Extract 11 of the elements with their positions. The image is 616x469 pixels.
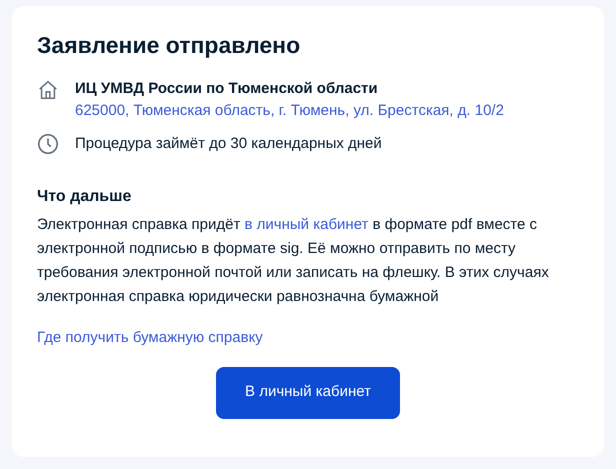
clock-icon: [37, 133, 59, 156]
house-icon: [37, 79, 59, 101]
paper-certificate-link[interactable]: Где получить бумажную справку: [37, 326, 263, 348]
section-heading: Что дальше: [37, 186, 132, 206]
office-name: ИЦ УМВД России по Тюменской области: [75, 79, 379, 99]
cabinet-button[interactable]: В личный кабинет: [216, 366, 400, 418]
office-address: 625000, Тюменская область, г. Тюмень, ул. Брестская, д. 10/2: [75, 101, 504, 121]
duration-text: Процедура займёт до 30 календарных дней: [75, 134, 382, 154]
page-title: Заявление отправлено: [37, 31, 302, 60]
info-paragraph: Электронная справка придёт в личный кабинет в формате pdf вместе с электронной подписью в формате sig. Её можно отправить по месту требования электронной почтой или записать на флешку. В этих случаях электронная справка юридически равнозначна бумажной: [37, 214, 550, 306]
cabinet-link[interactable]: в личный кабинет: [244, 216, 368, 232]
